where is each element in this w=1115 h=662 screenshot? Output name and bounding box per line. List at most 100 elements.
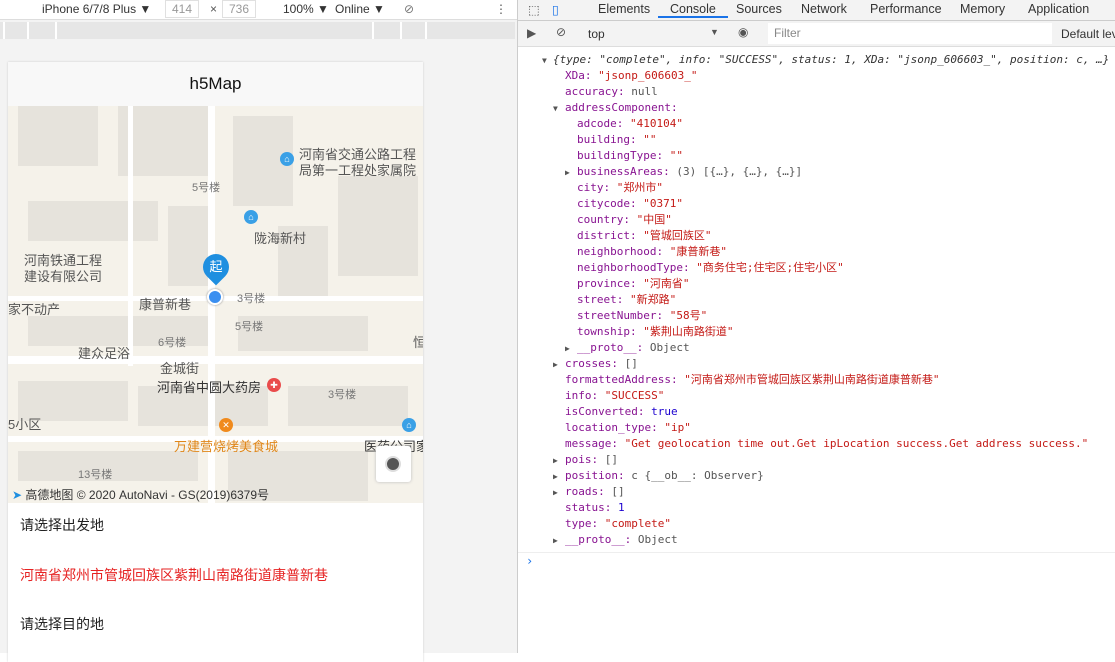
expand-arrow-icon[interactable]: ▶ <box>553 357 558 373</box>
property-value: "SUCCESS" <box>604 389 665 402</box>
property-key: formattedAddress: <box>565 373 685 386</box>
device-toolbar: iPhone 6/7/8 Plus ▼ 414 × 736 100% ▼ Onl… <box>0 0 517 20</box>
summary-token: , XDa: <box>851 53 898 66</box>
property-key: neighborhoodType: <box>577 261 697 274</box>
pharmacy-poi-icon[interactable]: ✚ <box>267 378 281 392</box>
console-output: ▼ {type: "complete", info: "SUCCESS", sta… <box>518 47 1115 570</box>
console-object-summary[interactable]: ▼ {type: "complete", info: "SUCCESS", sta… <box>518 52 1115 68</box>
zoom-select[interactable]: 100% ▼ <box>283 2 329 16</box>
console-property[interactable]: ▶ __proto__: Object <box>518 340 1115 356</box>
property-key: crosses: <box>565 357 625 370</box>
property-key: location_type: <box>565 421 665 434</box>
locate-icon <box>385 456 401 472</box>
console-property[interactable]: ▶ crosses: [] <box>518 356 1115 372</box>
tab-sources[interactable]: Sources <box>736 2 782 16</box>
console-property: buildingType: "" <box>518 148 1115 164</box>
log-levels-select[interactable]: Default levels <box>1061 27 1115 41</box>
property-value: "410104" <box>629 117 683 130</box>
console-property[interactable]: ▶ businessAreas: (3) [{…}, {…}, {…}] <box>518 164 1115 180</box>
expand-arrow-icon[interactable]: ▼ <box>542 53 547 69</box>
console-prompt[interactable]: › <box>518 552 1115 570</box>
building-poi-icon[interactable]: ⌂ <box>280 152 294 166</box>
width-input[interactable]: 414 <box>165 0 200 18</box>
start-prompt[interactable]: 请选择出发地 <box>20 515 104 535</box>
map-label: 恒 <box>413 335 423 350</box>
property-key: building: <box>577 133 644 146</box>
map-attribution: ➤ 高德地图 © 2020 AutoNavi - GS(2019)6379号 <box>12 488 270 502</box>
tab-console[interactable]: Console <box>658 2 728 18</box>
chevron-down-icon[interactable]: ▼ <box>710 27 719 37</box>
property-key: isConverted: <box>565 405 652 418</box>
building-poi-icon[interactable]: ⌂ <box>402 418 416 432</box>
console-property: type: "complete" <box>518 516 1115 532</box>
expand-arrow-icon[interactable]: ▶ <box>565 165 570 181</box>
console-property[interactable]: ▼ addressComponent: <box>518 100 1115 116</box>
expand-arrow-icon[interactable]: ▶ <box>553 469 558 485</box>
property-value: "" <box>669 149 683 162</box>
property-key: type: <box>565 517 605 530</box>
property-value: "河南省" <box>643 277 690 290</box>
device-toggle-icon[interactable]: ▯ <box>552 2 559 17</box>
map-label: 局第一工程处家属院 <box>299 163 417 178</box>
property-key: city: <box>577 181 617 194</box>
console-property[interactable]: ▶ pois: [] <box>518 452 1115 468</box>
tab-memory[interactable]: Memory <box>960 2 1005 16</box>
map-label: 5号楼 <box>192 182 221 194</box>
device-select[interactable]: iPhone 6/7/8 Plus ▼ <box>42 2 151 16</box>
expand-arrow-icon[interactable]: ▼ <box>553 101 558 117</box>
tab-elements[interactable]: Elements <box>598 2 650 16</box>
expand-arrow-icon[interactable]: ▶ <box>553 533 558 549</box>
summary-token: , position: c, …} <box>996 53 1110 66</box>
property-value: "0371" <box>643 197 683 210</box>
tab-network[interactable]: Network <box>801 2 847 16</box>
property-value: "ip" <box>664 421 691 434</box>
locate-button[interactable] <box>376 446 411 482</box>
restaurant-poi-icon[interactable]: ✕ <box>219 418 233 432</box>
map[interactable]: ⌂ ⌂ ✚ ✕ ⌂ 河南省交通公路工程 局第一工程处家属院 5号楼 陇海新村 河… <box>8 106 423 503</box>
tab-application[interactable]: Application <box>1028 2 1089 16</box>
tab-performance[interactable]: Performance <box>870 2 942 16</box>
more-icon[interactable]: ⋮ <box>495 2 507 16</box>
context-select[interactable]: top <box>588 27 605 41</box>
start-address[interactable]: 河南省郑州市管城回族区紫荆山南路街道康普新巷 <box>20 565 328 585</box>
height-input[interactable]: 736 <box>222 0 257 18</box>
console-property: neighborhood: "康普新巷" <box>518 244 1115 260</box>
property-key: adcode: <box>577 117 630 130</box>
building-poi-icon[interactable]: ⌂ <box>244 210 258 224</box>
console-property[interactable]: ▶ roads: [] <box>518 484 1115 500</box>
property-key: pois: <box>565 453 605 466</box>
summary-token: , status: <box>778 53 845 66</box>
property-key: street: <box>577 293 630 306</box>
property-value: 1 <box>617 501 625 514</box>
network-select[interactable]: Online ▼ <box>335 2 385 16</box>
console-property[interactable]: ▶ __proto__: Object <box>518 532 1115 548</box>
property-value: "Get geolocation time out.Get ipLocation… <box>624 437 1089 450</box>
expand-arrow-icon[interactable]: ▶ <box>553 453 558 469</box>
clear-console-icon[interactable]: ⊘ <box>556 25 566 39</box>
expand-arrow-icon[interactable]: ▶ <box>553 485 558 501</box>
console-property: country: "中国" <box>518 212 1115 228</box>
property-value: "紫荆山南路街道" <box>643 325 734 338</box>
inspect-icon[interactable]: ⬚ <box>528 2 540 17</box>
property-value: [] <box>624 357 638 370</box>
console-property: neighborhoodType: "商务住宅;住宅区;住宅小区" <box>518 260 1115 276</box>
console-property: province: "河南省" <box>518 276 1115 292</box>
expand-arrow-icon[interactable]: ▶ <box>565 341 570 357</box>
property-value: "河南省郑州市管城回族区紫荆山南路街道康普新巷" <box>684 373 940 386</box>
start-marker[interactable]: 起 <box>197 248 235 286</box>
map-label: 5号楼 <box>235 321 264 333</box>
property-value: Object <box>649 341 690 354</box>
media-query-ruler[interactable] <box>0 22 515 39</box>
property-key: addressComponent: <box>565 101 678 114</box>
console-toolbar: ▶ ⊘ top ▼ ◉ Filter Default levels <box>518 21 1115 47</box>
eye-icon[interactable]: ◉ <box>738 25 748 39</box>
console-property[interactable]: ▶ position: c {__ob__: Observer} <box>518 468 1115 484</box>
property-value: null <box>631 85 658 98</box>
destination-prompt[interactable]: 请选择目的地 <box>20 614 104 634</box>
device-emulation-pane: iPhone 6/7/8 Plus ▼ 414 × 736 100% ▼ Onl… <box>0 0 517 662</box>
rotate-icon[interactable]: ⊘ <box>404 2 414 16</box>
filter-input[interactable]: Filter <box>768 23 1052 44</box>
property-key: neighborhood: <box>577 245 670 258</box>
sidebar-toggle-icon[interactable]: ▶ <box>527 26 536 40</box>
console-property: XDa: "jsonp_606603_" <box>518 68 1115 84</box>
